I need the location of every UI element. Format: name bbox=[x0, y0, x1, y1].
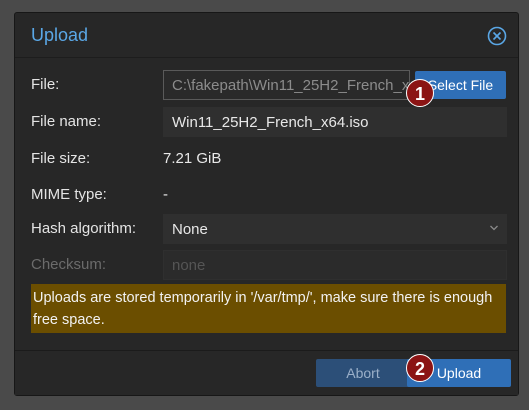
mime-type-label: MIME type: bbox=[31, 186, 107, 203]
file-size-label: File size: bbox=[31, 150, 91, 167]
file-name-input[interactable]: Win11_25H2_French_x64.iso bbox=[163, 107, 507, 137]
step-badge-1: 1 bbox=[406, 79, 434, 107]
hash-algorithm-value: None bbox=[172, 221, 208, 238]
dialog-body: File: C:\fakepath\Win11_25H2_French_x64.… bbox=[15, 58, 518, 350]
checksum-row: Checksum: none bbox=[31, 250, 507, 280]
file-name-label: File name: bbox=[31, 113, 102, 130]
mime-row: MIME type: - bbox=[31, 180, 506, 210]
file-size-row: File size: 7.21 GiB bbox=[31, 144, 506, 174]
dialog-footer: Abort Upload bbox=[15, 350, 518, 395]
chevron-down-icon bbox=[490, 225, 498, 231]
dialog-titlebar: Upload bbox=[15, 13, 518, 58]
mime-type-value: - bbox=[163, 186, 168, 203]
hash-row: Hash algorithm: None bbox=[31, 214, 507, 244]
storage-warning: Uploads are stored temporarily in '/var/… bbox=[31, 284, 506, 333]
dialog-title: Upload bbox=[31, 25, 89, 45]
file-label: File: bbox=[31, 76, 60, 93]
hash-algorithm-label: Hash algorithm: bbox=[31, 220, 137, 237]
checksum-label: Checksum: bbox=[31, 256, 107, 273]
checksum-input: none bbox=[163, 250, 507, 280]
file-size-value: 7.21 GiB bbox=[163, 150, 222, 167]
close-icon[interactable] bbox=[487, 26, 507, 46]
file-name-row: File name: Win11_25H2_French_x64.iso bbox=[31, 107, 507, 137]
abort-button[interactable]: Abort bbox=[316, 359, 410, 387]
upload-dialog: Upload File: C:\fakepath\Win11_25H2_Fren… bbox=[14, 12, 519, 396]
step-badge-2: 2 bbox=[406, 354, 434, 382]
file-row: File: C:\fakepath\Win11_25H2_French_x64.… bbox=[31, 70, 506, 100]
hash-algorithm-select[interactable]: None bbox=[163, 214, 507, 244]
file-path-field[interactable]: C:\fakepath\Win11_25H2_French_x64.iso bbox=[163, 70, 410, 100]
